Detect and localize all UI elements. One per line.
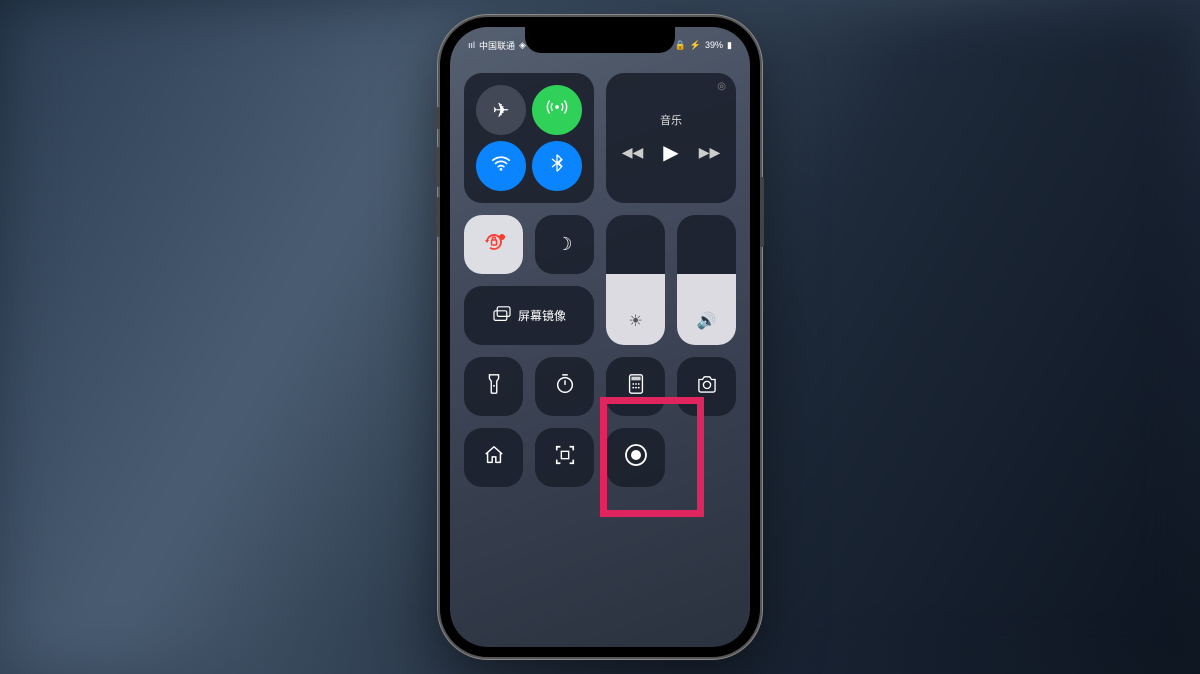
scan-icon: [554, 444, 576, 471]
cellular-data-button[interactable]: [532, 85, 582, 135]
mirroring-label: 屏幕镜像: [518, 307, 566, 324]
wifi-icon: [490, 152, 512, 180]
calculator-icon: [627, 373, 645, 400]
airplay-icon[interactable]: ◎: [717, 81, 726, 92]
lock-status-icon: 🔒: [675, 40, 686, 51]
signal-icon: ııl: [468, 40, 475, 50]
volume-icon: 🔊: [697, 311, 717, 331]
music-play-button[interactable]: ▶: [663, 140, 678, 165]
bluetooth-button[interactable]: [532, 141, 582, 191]
volume-fill: [677, 274, 736, 346]
music-prev-button[interactable]: ◀◀: [622, 144, 644, 161]
cellular-icon: [546, 96, 568, 124]
home-icon: [483, 444, 505, 471]
brightness-slider[interactable]: ☀: [606, 215, 665, 345]
iphone-frame: ııl 中国联通 ◈ 🔒 ⚡ 39% ▮ ✈: [440, 17, 760, 657]
music-widget[interactable]: ◎ 音乐 ◀◀ ▶ ▶▶: [606, 73, 736, 203]
phone-screen: ııl 中国联通 ◈ 🔒 ⚡ 39% ▮ ✈: [450, 27, 750, 647]
carrier-label: 中国联通: [479, 39, 515, 52]
mirroring-icon: [492, 306, 512, 325]
record-icon: [623, 442, 649, 473]
do-not-disturb-button[interactable]: ☽: [535, 215, 594, 274]
orientation-lock-button[interactable]: [464, 215, 523, 274]
brightness-fill: [606, 274, 665, 346]
flashlight-button[interactable]: [464, 357, 523, 416]
moon-icon: ☽: [556, 234, 572, 255]
control-center: ✈: [464, 73, 736, 487]
volume-down-button[interactable]: [436, 197, 440, 237]
screen-record-button[interactable]: [606, 428, 665, 487]
camera-icon: [696, 375, 718, 398]
timer-button[interactable]: [535, 357, 594, 416]
battery-percent: 39%: [705, 40, 723, 50]
notch: [525, 27, 675, 53]
mute-switch[interactable]: [436, 107, 440, 129]
scan-qr-button[interactable]: [535, 428, 594, 487]
music-title: 音乐: [660, 112, 682, 128]
airplane-mode-button[interactable]: ✈: [476, 85, 526, 135]
camera-button[interactable]: [677, 357, 736, 416]
volume-up-button[interactable]: [436, 147, 440, 187]
home-button[interactable]: [464, 428, 523, 487]
timer-icon: [554, 373, 576, 400]
wifi-button[interactable]: [476, 141, 526, 191]
charging-icon: ⚡: [690, 40, 701, 51]
battery-icon: ▮: [727, 40, 732, 51]
orientation-lock-icon: [482, 230, 506, 259]
screen-mirroring-button[interactable]: 屏幕镜像: [464, 286, 594, 345]
brightness-icon: ☀: [628, 311, 642, 331]
airplane-icon: ✈: [493, 98, 510, 123]
power-button[interactable]: [760, 177, 764, 247]
flashlight-icon: [485, 373, 503, 400]
connectivity-group[interactable]: ✈: [464, 73, 594, 203]
bluetooth-icon: [547, 153, 567, 179]
music-next-button[interactable]: ▶▶: [699, 144, 721, 161]
volume-slider[interactable]: 🔊: [677, 215, 736, 345]
calculator-button[interactable]: [606, 357, 665, 416]
